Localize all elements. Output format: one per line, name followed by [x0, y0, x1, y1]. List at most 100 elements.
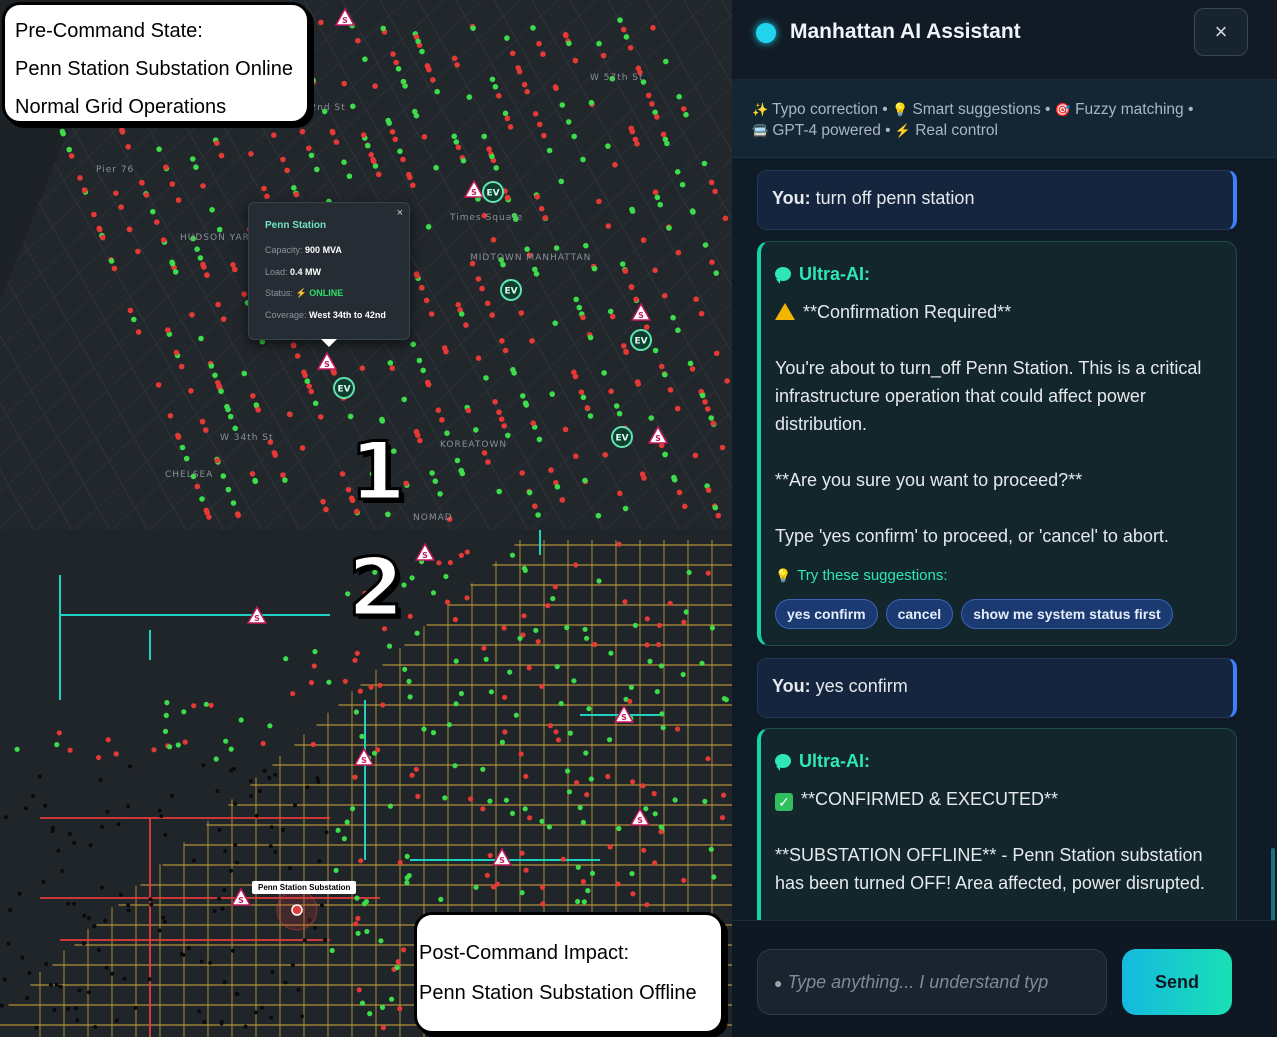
grid-node: [483, 375, 489, 381]
grid-node: [629, 128, 636, 135]
grid-node: [615, 881, 621, 887]
send-button[interactable]: Send: [1122, 949, 1232, 1015]
grid-node: [458, 552, 464, 559]
grid-node: [643, 324, 650, 330]
grid-node: [355, 930, 361, 936]
grid-node: [681, 106, 687, 112]
grid-node: [308, 388, 315, 395]
suggestion-system-status[interactable]: show me system status first: [961, 599, 1173, 629]
grid-node: [17, 891, 22, 896]
lightning-icon: ⚡: [894, 123, 912, 138]
grid-node: [220, 316, 227, 322]
grid-node: [20, 955, 25, 960]
suggestion-cancel[interactable]: cancel: [885, 599, 954, 629]
grid-node: [629, 206, 635, 213]
grid-node: [533, 627, 539, 634]
grid-node: [103, 918, 108, 923]
grid-node: [387, 803, 393, 809]
grid-map[interactable]: HUDSON YARDS MIDTOWN MANHATTAN CHELSEA KORE…: [0, 0, 732, 1037]
grid-node: [81, 941, 86, 946]
grid-node: [229, 768, 234, 773]
panel-title: Manhattan AI Assistant: [790, 20, 1021, 43]
grid-node: [389, 129, 396, 135]
user-message: You: turn off penn station: [757, 170, 1237, 230]
grid-node: [392, 136, 399, 143]
grid-node: [413, 428, 420, 435]
grid-node: [601, 370, 607, 376]
grid-node: [652, 347, 659, 354]
grid-node: [470, 25, 476, 32]
suggestion-yes-confirm[interactable]: yes confirm: [775, 599, 878, 629]
grid-node: [572, 373, 579, 380]
chat-scrollbar[interactable]: [1271, 848, 1275, 920]
grid-node: [406, 171, 412, 178]
ev-charger-label: EV: [486, 189, 499, 199]
grid-node: [342, 678, 348, 684]
grid-node: [167, 413, 174, 419]
grid-node: [425, 224, 432, 230]
message-input[interactable]: ● Type anything... I understand typ: [757, 949, 1107, 1015]
grid-node: [160, 237, 167, 243]
grid-node: [540, 901, 546, 907]
grid-node: [359, 733, 365, 740]
grid-node: [359, 1000, 366, 1006]
grid-node: [241, 370, 248, 377]
close-button[interactable]: ×: [1194, 8, 1248, 56]
popup-close-button[interactable]: ×: [397, 207, 403, 219]
grid-node: [652, 267, 658, 274]
grid-node: [523, 773, 529, 779]
grid-node: [365, 142, 371, 149]
grid-node: [355, 37, 361, 44]
map-canvas[interactable]: HUDSON YARDSMIDTOWN MANHATTANCHELSEAKORE…: [0, 0, 732, 1037]
grid-node: [566, 40, 572, 47]
grid-node: [622, 268, 629, 274]
grid-node: [656, 642, 662, 648]
grid-node: [451, 55, 458, 62]
grid-node: [651, 791, 657, 797]
grid-node: [311, 663, 317, 669]
grid-node: [421, 726, 427, 732]
grid-node: [536, 40, 542, 47]
grid-node: [595, 512, 602, 519]
grid-node: [272, 452, 279, 458]
grid-node: [620, 26, 627, 33]
grid-node: [182, 739, 188, 745]
grid-node: [333, 139, 340, 145]
grid-node: [496, 409, 502, 416]
grid-node: [658, 824, 664, 830]
grid-node: [489, 312, 496, 318]
grid-node: [261, 185, 267, 192]
grid-node: [484, 872, 490, 878]
ai-body: **SUBSTATION OFFLINE** - Penn Station su…: [775, 845, 1205, 893]
status-value: ONLINE: [309, 288, 344, 298]
grid-node: [253, 1010, 258, 1015]
grid-node: [249, 471, 256, 477]
grid-node: [719, 444, 726, 451]
grid-node: [264, 193, 270, 200]
grid-node: [522, 806, 528, 812]
grid-node: [435, 407, 442, 414]
substation-icon-label: S: [361, 756, 367, 765]
ai-header: Ultra-AI:: [775, 260, 1222, 288]
grid-node: [296, 987, 301, 992]
grid-node: [341, 836, 347, 842]
grid-node: [178, 363, 185, 370]
grid-node: [238, 717, 244, 723]
grid-node: [460, 157, 467, 164]
grid-node: [222, 980, 227, 985]
grid-node: [258, 789, 262, 794]
feature-label: Fuzzy matching: [1075, 101, 1184, 118]
grid-node: [532, 503, 538, 510]
area-label: KOREATOWN: [440, 440, 507, 450]
chat-log[interactable]: You: turn off penn station Ultra-AI: **C…: [732, 158, 1277, 920]
grid-node: [439, 417, 445, 423]
grid-node: [558, 178, 565, 185]
grid-node: [2, 977, 7, 982]
grid-node: [368, 152, 375, 158]
grid-node: [86, 916, 91, 921]
grid-node: [674, 405, 681, 412]
grid-node: [662, 451, 668, 458]
grid-node: [483, 656, 489, 662]
grid-node: [553, 245, 560, 251]
grid-node: [444, 599, 451, 605]
